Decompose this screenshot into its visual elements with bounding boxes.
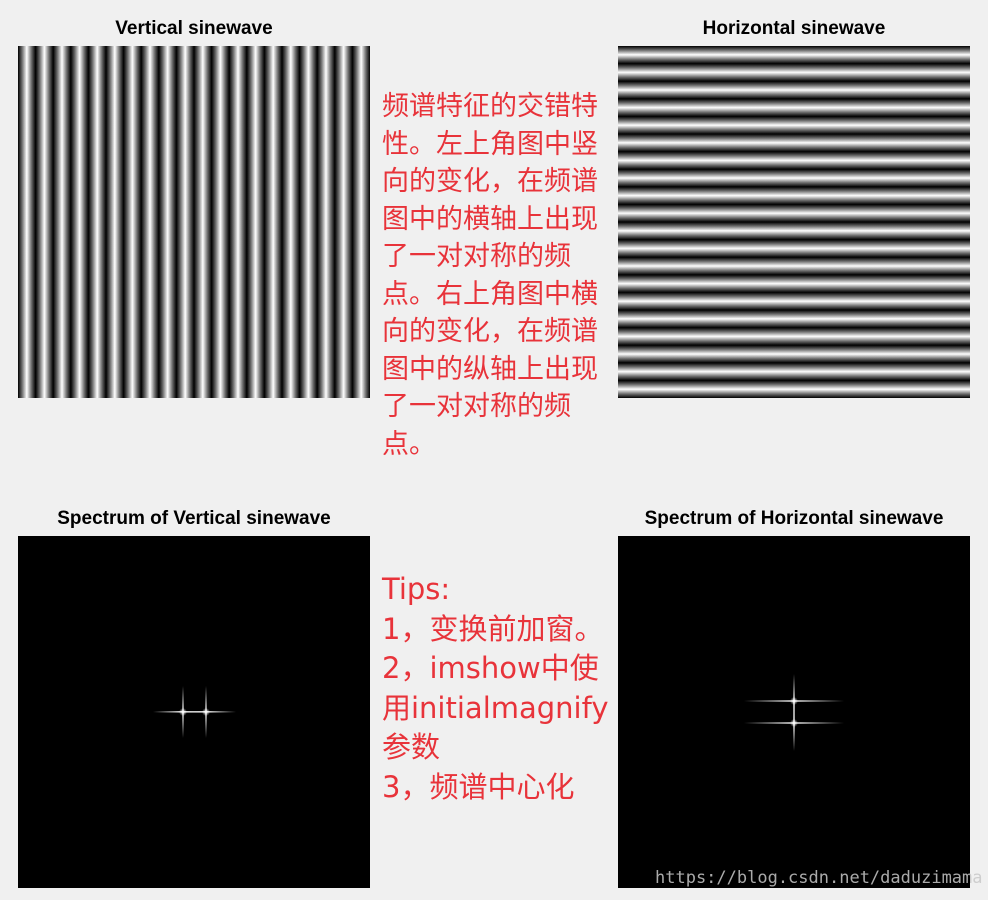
title-spectrum-vertical: Spectrum of Vertical sinewave (57, 508, 331, 529)
spectrum-peak-right (176, 686, 236, 738)
tips-block: Tips: 1，变换前加窗。 2，imshow中使 用initialmagnif… (382, 570, 614, 807)
tip-line-4: 参数 (382, 730, 441, 764)
title-spectrum-horizontal: Spectrum of Horizontal sinewave (644, 508, 944, 529)
tip-line-3: 用initialmagnify (382, 690, 609, 725)
title-vertical-sinewave: Vertical sinewave (115, 18, 273, 39)
spectrum-vertical-svg (153, 686, 236, 738)
tip-line-2: 2，imshow中使 (382, 651, 599, 685)
title-horizontal-sinewave: Horizontal sinewave (702, 18, 886, 39)
tip-line-1: 1，变换前加窗。 (382, 611, 604, 646)
spectrum-horizontal-image (618, 536, 970, 888)
spectrum-horizontal-svg (744, 674, 844, 751)
watermark-url: https://blog.csdn.net/daduzimama (655, 868, 983, 888)
tip-line-5: 3，频谱中心化 (382, 769, 575, 804)
spectrum-peak-bottom (744, 697, 844, 751)
vertical-sinewave-image (18, 46, 370, 398)
spectrum-vertical-image (18, 536, 370, 888)
annotation-paragraph: 频谱特征的交错特性。左上角图中竖向的变化，在频谱图中的横轴上出现了一对对称的频点… (382, 91, 598, 460)
horizontal-sinewave-image (618, 46, 970, 398)
tips-heading: Tips: (382, 572, 451, 606)
